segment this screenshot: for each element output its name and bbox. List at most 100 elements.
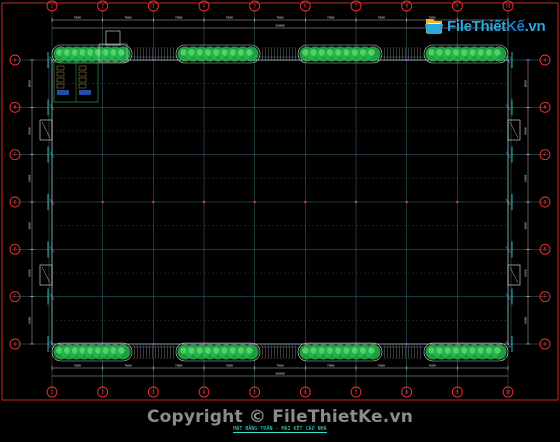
edge-mark-top [405, 59, 408, 61]
axis-bubble-bottom: 7 [350, 386, 362, 398]
paving-hatch [139, 46, 141, 62]
axis-bubble-bottom: 6 [299, 386, 311, 398]
axis-bubble-bottom: 8 [401, 386, 413, 398]
shrub-highlight [246, 49, 253, 56]
cad-drawing-viewport[interactable]: 7000 7000 7000 7000 7000 7000 7000 700056000700… [0, 0, 560, 442]
paving-hatch [169, 46, 171, 62]
paving-hatch [163, 46, 165, 62]
paving-hatch [285, 46, 287, 62]
paving-hatch [267, 46, 269, 62]
column-point [253, 200, 256, 204]
axis-bubble-top: 9 [451, 0, 463, 12]
restroom-sign [79, 90, 91, 95]
axis-bubble-label: 2 [101, 3, 104, 8]
filethietke-logo[interactable]: FileThiếtKế.vn [423, 14, 546, 38]
copyright-watermark: Copyright © FileThietKe.vn [146, 407, 414, 427]
axis-bubble-top: 10 [502, 0, 514, 12]
paving-hatch [401, 46, 403, 62]
paving-hatch [160, 46, 162, 62]
paving-hatch [395, 46, 397, 62]
paving-hatch [291, 46, 293, 62]
paving-hatch [398, 46, 400, 62]
paving-hatch [383, 46, 385, 62]
dim-label-left: 6000 [28, 317, 32, 324]
paving-hatch [270, 46, 272, 62]
sheet-border [1, 2, 559, 401]
paving-hatch [416, 46, 418, 62]
shrub-highlight [118, 49, 125, 56]
wc-fixture [78, 71, 87, 77]
shrub-highlight [494, 347, 501, 354]
planter [297, 342, 383, 362]
paving-hatch [386, 46, 388, 62]
axis-bubble-top: 3 [147, 0, 159, 12]
axis-bubble-bottom: 2 [97, 386, 109, 398]
paving-hatch [276, 46, 278, 62]
dim-label-right: 6000 [524, 175, 528, 182]
axis-bubble-label: 5 [253, 389, 256, 394]
dim-label-top: 7000 [124, 16, 131, 20]
paving-hatch [410, 46, 412, 62]
drawing-caption: MẶT BẰNG TRẦN - MÁI KẾT CẤU NHÀ [0, 426, 560, 433]
column-point [152, 200, 155, 204]
logo-text: FileThiếtKế.vn [447, 17, 546, 35]
paving-hatch [288, 46, 290, 62]
axis-bubble-label: 7 [355, 3, 358, 8]
axis-bubble-label: 7 [355, 389, 358, 394]
column-point [202, 200, 206, 204]
shrub-highlight [494, 49, 501, 56]
axis-bubble-label: 4 [203, 3, 206, 8]
planter [51, 44, 133, 64]
axis-bubble-top: 1 [46, 0, 58, 12]
dim-label-top: 7000 [175, 16, 182, 20]
entrance-box [105, 30, 121, 46]
dim-label-top: 7000 [226, 16, 233, 20]
planter [423, 342, 509, 362]
dim-label-right: 6000 [524, 269, 528, 276]
dim-label-bottom: 7000 [226, 364, 233, 368]
paving-hatch [282, 46, 284, 62]
dim-label-left: 6000 [28, 175, 32, 182]
axis-bubble-top: 4 [198, 0, 210, 12]
paving-hatch [157, 46, 159, 62]
axis-bubble-label: 5 [253, 3, 256, 8]
building-details [39, 30, 521, 348]
paving-hatch [413, 46, 415, 62]
dim-label-left: 6000 [28, 222, 32, 229]
paving-hatch [133, 46, 135, 62]
axis-bubble-label: 1 [51, 3, 54, 8]
dim-label-right: 6000 [524, 127, 528, 134]
dim-label-left: 6000 [28, 269, 32, 276]
axis-bubble-bottom: 10 [502, 386, 514, 398]
dim-label-left: 6000 [28, 127, 32, 134]
edge-mark-top [152, 59, 155, 61]
dim-label-right: 6000 [524, 222, 528, 229]
paving-hatch [294, 46, 296, 62]
column-point [304, 200, 307, 204]
axis-bubble-label: 10 [506, 389, 511, 394]
dim-label-top: 7000 [327, 16, 334, 20]
paving-hatch [407, 46, 409, 62]
dim-label-top: 7000 [74, 16, 81, 20]
paving-hatch [419, 46, 421, 62]
axis-bubble-label: 10 [506, 3, 511, 8]
paving-hatch [154, 46, 156, 62]
drawing-caption-text: MẶT BẰNG TRẦN - MÁI KẾT CẤU NHÀ [233, 426, 327, 433]
wc-fixture [78, 77, 87, 83]
paving-hatch [142, 46, 144, 62]
paving-hatch [136, 46, 138, 62]
dim-label-left: 6000 [28, 80, 32, 87]
axis-bubble-top: 2 [97, 0, 109, 12]
restroom-sign [57, 90, 69, 95]
shrub-highlight [368, 347, 375, 354]
logo-brand: FileThiết [447, 17, 506, 35]
paving-hatch [264, 46, 266, 62]
folder-book-icon [423, 15, 445, 37]
paving-hatch [261, 46, 263, 62]
paving-hatch [145, 46, 147, 62]
axis-bubble-label: 9 [456, 389, 459, 394]
axis-bubble-top: 6 [299, 0, 311, 12]
dim-label-top: 7000 [378, 16, 385, 20]
drawing-frame [1, 2, 559, 401]
dim-label-top: 7000 [276, 16, 283, 20]
